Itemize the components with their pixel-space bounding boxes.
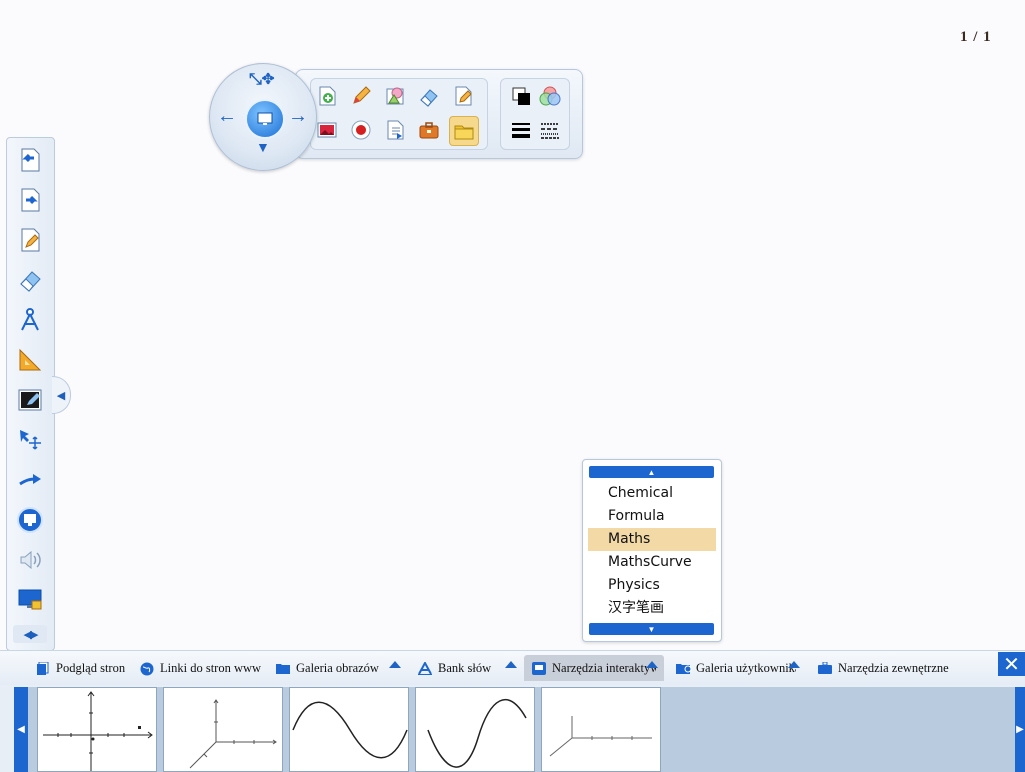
folder-icon[interactable] bbox=[449, 116, 479, 146]
list-item-physics[interactable]: Physics bbox=[588, 574, 716, 597]
eraser-icon[interactable] bbox=[13, 264, 47, 296]
navigation-dial: ⤡✥ ← → ▼ bbox=[209, 63, 317, 171]
tab-bar: Podgląd stron Linki do stron www Galeria… bbox=[0, 651, 1025, 685]
thumbnail-3d-axes-plane[interactable] bbox=[541, 687, 661, 772]
text-icon bbox=[418, 660, 432, 675]
tab-label: Podgląd stron bbox=[56, 660, 126, 675]
tab-page-preview[interactable]: Podgląd stron bbox=[36, 655, 125, 681]
tab-dropdown-arrow-icon[interactable] bbox=[505, 661, 517, 668]
list-item-chinese-strokes[interactable]: 汉字笔画 bbox=[588, 597, 716, 620]
next-page-icon[interactable] bbox=[13, 184, 47, 216]
compass-icon[interactable] bbox=[13, 304, 47, 336]
tab-external-tools[interactable]: Narzędzia zewnętrzne bbox=[818, 655, 949, 681]
background-color-icon[interactable] bbox=[507, 82, 535, 110]
interactive-tools-icon bbox=[532, 661, 546, 675]
toolbar-resize-handle[interactable]: ◀▶ bbox=[13, 625, 47, 643]
color-palette-icon[interactable] bbox=[536, 82, 564, 110]
pen-icon[interactable] bbox=[347, 82, 375, 110]
select-move-icon[interactable] bbox=[13, 424, 47, 456]
thumbnail-cosine-curve[interactable] bbox=[415, 687, 535, 772]
tab-label: Narzędzia interaktywne bbox=[552, 660, 656, 675]
arrow-left-icon[interactable]: ← bbox=[217, 106, 237, 126]
tab-web-links[interactable]: Linki do stron www bbox=[140, 655, 261, 681]
close-panel-button[interactable]: ✕ bbox=[998, 652, 1025, 676]
screen-mode-icon[interactable] bbox=[13, 504, 47, 536]
list-item-formula[interactable]: Formula bbox=[588, 505, 716, 528]
move-icon[interactable]: ⤡✥ bbox=[249, 72, 274, 88]
list-item-chemical[interactable]: Chemical bbox=[588, 482, 716, 505]
dropdown-list: Chemical Formula Maths MathsCurve Physic… bbox=[588, 482, 716, 620]
page-edit-icon[interactable] bbox=[13, 224, 47, 256]
scroll-up-button[interactable]: ▲ bbox=[589, 466, 714, 478]
previous-page-icon[interactable] bbox=[13, 144, 47, 176]
blackboard-icon[interactable] bbox=[13, 384, 47, 416]
thumbnail-2d-coordinate-plane[interactable] bbox=[37, 687, 157, 772]
toolbox-icon[interactable] bbox=[415, 116, 443, 144]
page-counter: 1 / 1 bbox=[960, 29, 992, 45]
thumbnail-3d-axes[interactable] bbox=[163, 687, 283, 772]
left-toolbar-collapse-button[interactable]: ◀ bbox=[52, 376, 71, 414]
arrow-down-icon[interactable]: ▼ bbox=[256, 140, 270, 154]
tab-dropdown-arrow-icon[interactable] bbox=[788, 661, 800, 668]
bottom-panel: Podgląd stron Linki do stron www Galeria… bbox=[0, 650, 1025, 772]
page-export-icon[interactable] bbox=[381, 116, 409, 144]
tab-word-bank[interactable]: Bank słów bbox=[418, 655, 491, 681]
page-preview-icon bbox=[36, 661, 50, 675]
tab-user-gallery[interactable]: Galeria użytkownika bbox=[676, 655, 796, 681]
image-icon[interactable] bbox=[313, 116, 341, 144]
close-icon: ✕ bbox=[1003, 653, 1020, 676]
speaker-icon[interactable] bbox=[13, 544, 47, 576]
arrow-right-icon[interactable]: → bbox=[288, 106, 308, 126]
line-width-icon[interactable] bbox=[507, 116, 535, 144]
edit-pen-icon[interactable] bbox=[449, 82, 477, 110]
tab-label: Galeria użytkownika bbox=[696, 660, 796, 675]
scroll-left-button[interactable]: ◀ bbox=[14, 687, 28, 772]
list-item-mathscurve[interactable]: MathsCurve bbox=[588, 551, 716, 574]
new-page-icon[interactable] bbox=[313, 82, 341, 110]
arrow-icon[interactable] bbox=[13, 464, 47, 496]
screen-mode-icon[interactable] bbox=[245, 99, 285, 139]
scroll-right-button[interactable]: ▶ bbox=[1015, 687, 1025, 772]
lock-screen-icon[interactable] bbox=[13, 584, 47, 616]
tab-image-gallery[interactable]: Galeria obrazów bbox=[276, 655, 379, 681]
shape-icon[interactable] bbox=[381, 82, 409, 110]
tab-dropdown-arrow-icon[interactable] bbox=[646, 661, 658, 668]
tab-interactive-tools[interactable]: Narzędzia interaktywne bbox=[524, 655, 664, 681]
tab-label: Bank słów bbox=[438, 660, 492, 675]
floating-toolbar: ⤡✥ ← → ▼ bbox=[209, 63, 589, 171]
record-icon[interactable] bbox=[347, 116, 375, 144]
user-gallery-icon bbox=[676, 662, 692, 675]
tab-label: Linki do stron www bbox=[160, 660, 262, 675]
line-style-icon[interactable] bbox=[536, 116, 564, 144]
ruler-triangle-icon[interactable] bbox=[13, 344, 47, 376]
folder-icon bbox=[276, 662, 290, 675]
list-item-maths[interactable]: Maths bbox=[588, 528, 716, 551]
interactive-tools-dropdown: ▲ Chemical Formula Maths MathsCurve Phys… bbox=[582, 459, 722, 642]
eraser-icon[interactable] bbox=[415, 82, 443, 110]
scroll-down-button[interactable]: ▼ bbox=[589, 623, 714, 635]
thumbnail-sine-curve[interactable] bbox=[289, 687, 409, 772]
globe-icon bbox=[140, 662, 154, 675]
floating-toolbar-panel bbox=[295, 69, 583, 159]
left-toolbar: ◀▶ bbox=[6, 137, 55, 651]
tab-label: Galeria obrazów bbox=[296, 660, 379, 675]
tab-dropdown-arrow-icon[interactable] bbox=[389, 661, 401, 668]
tab-label: Narzędzia zewnętrzne bbox=[838, 660, 949, 675]
toolbox-icon bbox=[818, 661, 832, 675]
